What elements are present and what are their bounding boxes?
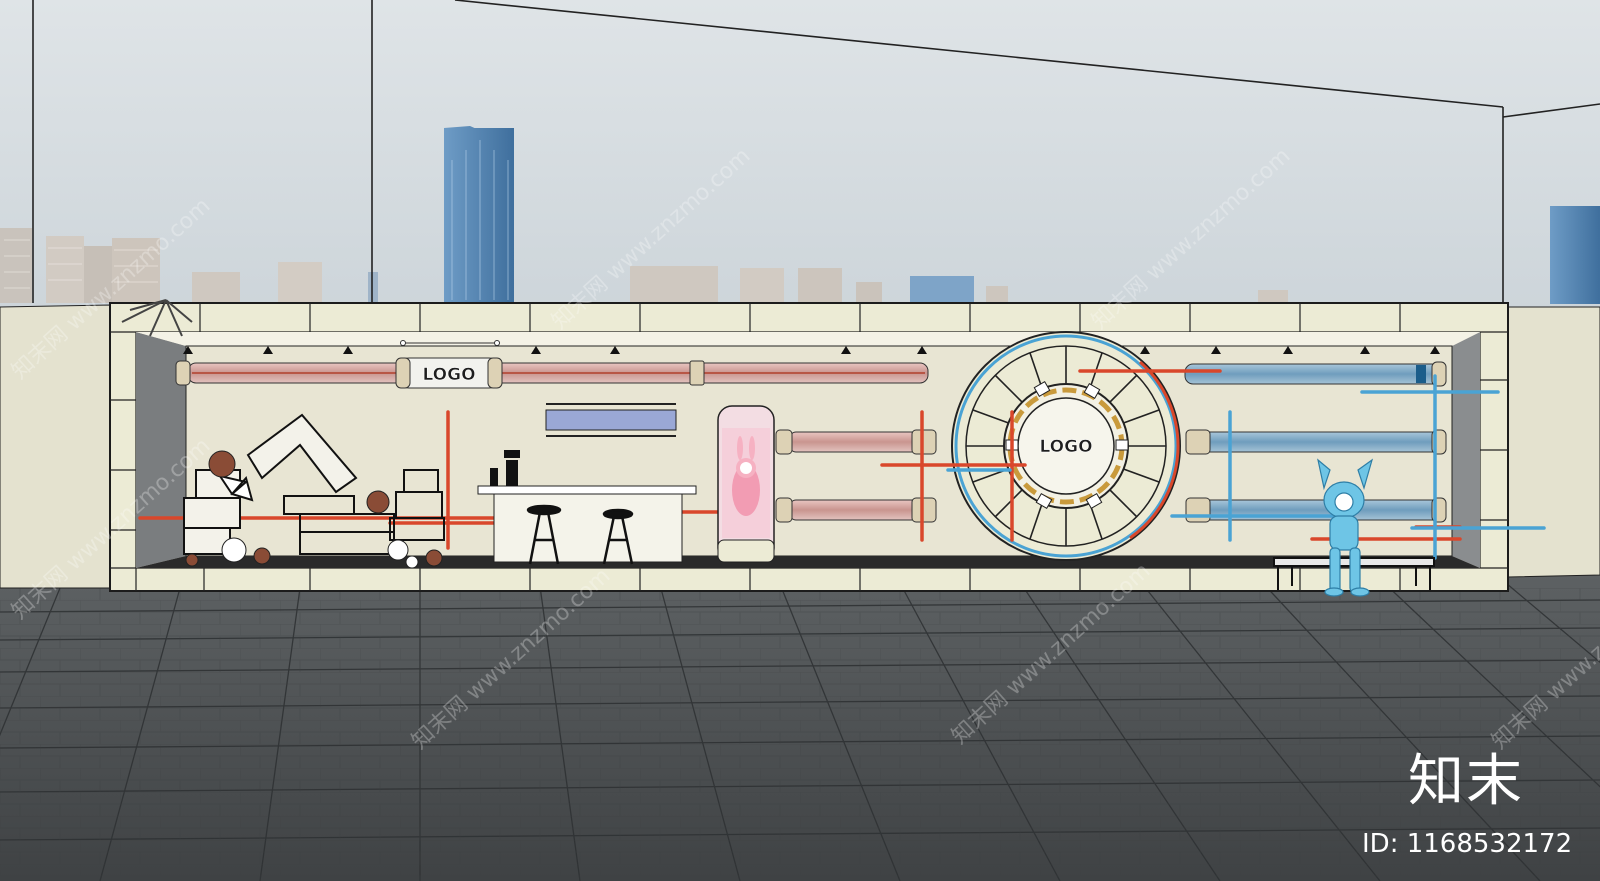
logo-wheel: LOGO bbox=[951, 331, 1181, 561]
tiled-floor bbox=[0, 575, 1600, 881]
image-id-label: ID: 1168532172 bbox=[1362, 829, 1572, 859]
sky bbox=[0, 0, 1600, 310]
render-scene: LOGO LOGO 知末网 www.znzmo.com 知末网 www.znzm… bbox=[0, 0, 1600, 881]
brand-name: 知末 bbox=[1408, 749, 1524, 814]
left-logo-text: LOGO bbox=[422, 365, 475, 385]
rabbit-capsule bbox=[717, 405, 775, 563]
upper-blue-tube bbox=[1184, 361, 1447, 387]
center-logo-text: LOGO bbox=[1039, 437, 1092, 457]
scene-drawing: LOGO LOGO 知末网 www.znzmo.com 知末网 www.znzm… bbox=[0, 0, 1600, 881]
